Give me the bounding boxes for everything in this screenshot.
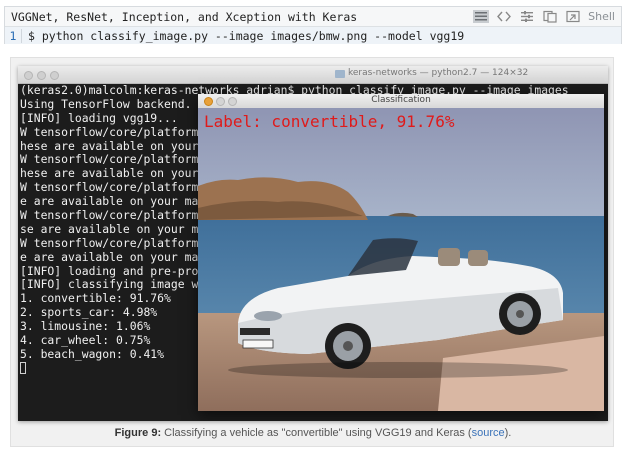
- terminal-titlebar: keras-networks — python2.7 — 124×32: [18, 66, 608, 84]
- zoom-button[interactable]: [50, 71, 59, 80]
- code-icon[interactable]: [496, 10, 512, 23]
- caption-figure-number: Figure 9:: [114, 427, 162, 439]
- terminal-window: keras-networks — python2.7 — 124×32 (ker…: [18, 66, 608, 421]
- classification-title: Classification: [371, 95, 431, 105]
- copy-icon[interactable]: [542, 10, 558, 23]
- caption-text: Classifying a vehicle as "convertible" u…: [164, 427, 472, 439]
- shell-label: Shell: [588, 10, 615, 23]
- code-header: VGGNet, ResNet, Inception, and Xception …: [5, 7, 621, 27]
- figure-caption: Figure 9: Classifying a vehicle as "conv…: [11, 427, 615, 439]
- classification-window: Classification Label: convertible, 91.76…: [198, 94, 604, 411]
- expand-icon[interactable]: [565, 10, 581, 23]
- code-title: VGGNet, ResNet, Inception, and Xception …: [11, 9, 358, 24]
- classification-label: Label: convertible, 91.76%: [204, 112, 455, 131]
- folder-icon: [335, 70, 345, 78]
- code-toolbar: Shell: [473, 7, 621, 26]
- settings-icon[interactable]: [519, 10, 535, 23]
- figure: keras-networks — python2.7 — 124×32 (ker…: [10, 57, 614, 447]
- source-link[interactable]: source: [472, 427, 505, 439]
- list-icon[interactable]: [473, 10, 490, 23]
- code-line: 1 $ python classify_image.py --image ima…: [5, 27, 621, 44]
- code-block: VGGNet, ResNet, Inception, and Xception …: [4, 6, 622, 44]
- caption-end: ).: [504, 427, 512, 439]
- close-button[interactable]: [24, 71, 33, 80]
- car-photo: [198, 108, 604, 411]
- classification-titlebar: Classification: [198, 94, 604, 109]
- terminal-title: keras-networks — python2.7 — 124×32: [348, 68, 529, 78]
- cursor: [20, 361, 26, 374]
- minimize-button[interactable]: [37, 71, 46, 80]
- command-text: $ python classify_image.py --image image…: [28, 28, 465, 43]
- line-number: 1: [5, 28, 22, 43]
